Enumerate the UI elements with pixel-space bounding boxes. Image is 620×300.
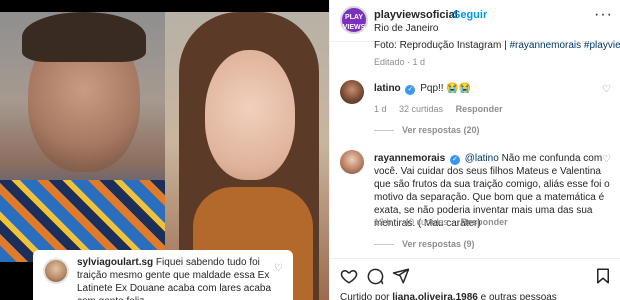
reply-button[interactable]: Responder bbox=[456, 104, 503, 114]
post-header: PLAY VIEWS playviewsoficial · Seguir Rio… bbox=[330, 0, 620, 42]
comment-body: latino ✓ Pqp!! 😭😭 bbox=[374, 82, 610, 95]
heart-icon: ♡ bbox=[274, 263, 283, 274]
comment-username[interactable]: rayannemorais bbox=[374, 153, 445, 164]
comment-icon[interactable] bbox=[366, 267, 384, 285]
commenter-avatar[interactable] bbox=[340, 80, 364, 104]
caption-text: Foto: Reprodução Instagram | #rayannemor… bbox=[374, 40, 620, 51]
liked-by-suffix: e outras pessoas bbox=[477, 292, 557, 300]
comment-item: rayannemorais ✓ @latino Não me confunda … bbox=[330, 150, 620, 250]
comment-time: 13 h bbox=[374, 217, 392, 227]
woman-face bbox=[205, 50, 295, 180]
commenter-avatar[interactable] bbox=[340, 150, 364, 174]
view-replies-label: Ver respostas (9) bbox=[402, 239, 475, 249]
liked-by-user[interactable]: liana.oliveira.1986 bbox=[392, 292, 478, 300]
liked-by-text: Curtido por liana.oliveira.1986 e outras… bbox=[340, 292, 557, 300]
replies-line bbox=[374, 130, 394, 132]
heart-icon[interactable]: ♡ bbox=[602, 84, 611, 95]
man-hair bbox=[22, 12, 146, 62]
share-icon[interactable] bbox=[392, 267, 410, 285]
comment-likes[interactable]: 40 curtidas bbox=[404, 217, 448, 227]
separator-dot: · bbox=[445, 9, 449, 21]
view-replies-button[interactable]: Ver respostas (20) bbox=[374, 125, 480, 135]
more-options-icon[interactable]: ··· bbox=[594, 6, 613, 24]
bookmark-icon[interactable] bbox=[594, 267, 612, 285]
photo-man bbox=[0, 12, 165, 262]
follow-button[interactable]: Seguir bbox=[453, 9, 487, 21]
heart-icon[interactable]: ♡ bbox=[602, 154, 611, 165]
comment-likes[interactable]: 32 curtidas bbox=[399, 104, 443, 114]
view-replies-button[interactable]: Ver respostas (9) bbox=[374, 239, 475, 249]
caption-hashtags[interactable]: #rayannemorais #playviews bbox=[509, 40, 620, 51]
caption-edited-time: Editado · 1 d bbox=[374, 57, 426, 67]
verified-badge-icon: ✓ bbox=[405, 85, 416, 95]
verified-badge-icon: ✓ bbox=[449, 155, 460, 165]
heart-icon[interactable] bbox=[340, 267, 358, 285]
comment-meta: 1 d 32 curtidas Responder bbox=[374, 104, 513, 114]
post-location[interactable]: Rio de Janeiro bbox=[374, 23, 438, 34]
profile-avatar[interactable]: PLAY VIEWS bbox=[340, 6, 368, 34]
post-side-panel: PLAY VIEWS playviewsoficial · Seguir Rio… bbox=[329, 0, 620, 300]
comment-meta: 13 h 40 curtidas Responder bbox=[374, 217, 518, 227]
post-action-bar bbox=[330, 258, 620, 292]
comment-item: latino ✓ Pqp!! 😭😭 ♡ 1 d 32 curtidas Resp… bbox=[330, 80, 620, 140]
image-comment-username: sylviagoulart.sg bbox=[77, 257, 154, 268]
image-comment-card: sylviagoulart.sg Fiquei sabendo tudo foi… bbox=[33, 250, 293, 300]
image-comment-avatar bbox=[43, 258, 69, 284]
view-replies-label: Ver respostas (20) bbox=[402, 125, 480, 135]
reply-button[interactable]: Responder bbox=[461, 217, 508, 227]
comment-time: 1 d bbox=[374, 104, 387, 114]
post-media[interactable]: sylviagoulart.sg Fiquei sabendo tudo foi… bbox=[0, 0, 329, 300]
caption-prefix: Foto: Reprodução Instagram | bbox=[374, 40, 510, 51]
comment-text: Pqp!! 😭😭 bbox=[420, 83, 472, 94]
liked-by-prefix: Curtido por bbox=[340, 292, 393, 300]
comment-username[interactable]: latino bbox=[374, 83, 401, 94]
comment-mention[interactable]: @latino bbox=[465, 153, 499, 164]
replies-line bbox=[374, 244, 394, 246]
